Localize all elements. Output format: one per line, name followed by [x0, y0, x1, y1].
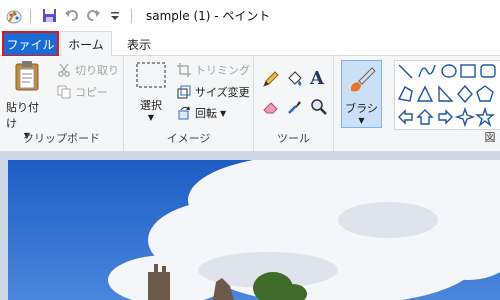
- copy-icon: [56, 84, 72, 100]
- ribbon: 貼り付け ▼ 切り取り コピー クリップボード 選択 ▼ トリミング サイズ変更…: [0, 56, 500, 152]
- qat-separator: [30, 8, 31, 23]
- canvas-area[interactable]: [0, 152, 500, 300]
- shape-polygon[interactable]: [397, 86, 413, 102]
- chevron-down-icon: ▼: [220, 108, 227, 118]
- tab-view[interactable]: 表示: [114, 31, 164, 57]
- fill-icon[interactable]: [286, 70, 304, 91]
- shape-triangle[interactable]: [416, 85, 434, 102]
- qat-separator-2: [131, 8, 132, 23]
- paste-label: 貼り付け: [6, 101, 39, 130]
- magnifier-icon[interactable]: [310, 98, 328, 119]
- brush-icon: [347, 65, 377, 98]
- shape-curve[interactable]: [418, 64, 436, 78]
- shape-star-four[interactable]: [454, 106, 476, 128]
- clipboard-icon: [13, 60, 41, 95]
- shape-pentagon[interactable]: [476, 85, 494, 102]
- shape-right-triangle[interactable]: [438, 85, 454, 102]
- pencil-icon[interactable]: [262, 70, 280, 91]
- image-group-label: イメージ: [166, 132, 211, 145]
- photo-canvas[interactable]: [8, 160, 500, 300]
- eraser-icon[interactable]: [262, 98, 280, 119]
- shape-line[interactable]: [398, 64, 413, 79]
- resize-icon: [176, 84, 192, 100]
- rotate-label: 回転: [195, 107, 217, 120]
- resize-label: サイズ変更: [195, 86, 250, 99]
- ribbon-tab-row: ファイル ホーム 表示: [0, 31, 500, 57]
- shape-star-five[interactable]: [475, 106, 495, 128]
- shape-oval[interactable]: [441, 64, 457, 78]
- undo-icon[interactable]: [63, 8, 79, 24]
- shape-arrow-left[interactable]: [398, 109, 413, 125]
- chevron-down-icon: ▼: [358, 116, 365, 125]
- window-title: sample (1) - ペイント: [146, 9, 271, 23]
- paint-app-icon[interactable]: [6, 8, 22, 24]
- quick-access-toolbar: [0, 0, 136, 31]
- shape-arrow-right[interactable]: [438, 109, 453, 125]
- shape-diamond[interactable]: [457, 84, 473, 104]
- cut-label: 切り取り: [75, 64, 119, 77]
- clipboard-group-label: クリップボード: [23, 132, 100, 145]
- save-icon[interactable]: [41, 8, 57, 24]
- brushes-label: ブラシ: [345, 102, 378, 115]
- tab-home[interactable]: ホーム: [60, 31, 112, 57]
- selection-icon: [136, 62, 166, 91]
- clipboard-group: 貼り付け ▼ 切り取り コピー クリップボード: [0, 56, 124, 152]
- text-icon[interactable]: A: [310, 68, 324, 89]
- crop-icon: [176, 62, 192, 78]
- rotate-button[interactable]: 回転 ▼: [176, 105, 226, 121]
- cut-button[interactable]: 切り取り: [56, 62, 119, 78]
- redo-icon[interactable]: [85, 8, 101, 24]
- rotate-icon: [176, 105, 192, 121]
- crop-button[interactable]: トリミング: [176, 62, 250, 78]
- crop-label: トリミング: [195, 64, 250, 77]
- customize-qat-icon[interactable]: [107, 8, 123, 24]
- tools-group-label: ツール: [277, 132, 310, 145]
- select-label: 選択: [140, 99, 162, 112]
- chevron-down-icon: ▼: [147, 113, 155, 122]
- shapes-group-label: 図: [484, 131, 496, 144]
- paint-window: sample (1) - ペイント ファイル ホーム 表示 貼り付け ▼ 切り取…: [0, 0, 500, 300]
- tab-file[interactable]: ファイル: [2, 31, 59, 57]
- color-picker-icon[interactable]: [286, 98, 304, 119]
- title-bar: sample (1) - ペイント: [0, 0, 500, 31]
- paste-button[interactable]: 貼り付け ▼: [6, 60, 48, 140]
- copy-button[interactable]: コピー: [56, 84, 108, 100]
- resize-button[interactable]: サイズ変更: [176, 84, 250, 100]
- shapes-gallery: [394, 60, 500, 130]
- shape-arrow-up[interactable]: [416, 109, 434, 125]
- brushes-button[interactable]: ブラシ ▼: [341, 60, 382, 128]
- copy-label: コピー: [75, 86, 108, 99]
- sky-building-photo: [8, 160, 500, 300]
- tools-group: A ツール: [254, 56, 334, 152]
- shape-rectangle[interactable]: [460, 64, 476, 78]
- image-group: 選択 ▼ トリミング サイズ変更 回転 ▼ イメージ: [124, 56, 254, 152]
- shape-rounded-rectangle[interactable]: [480, 64, 496, 78]
- shapes-grid: [397, 64, 496, 128]
- scissors-icon: [56, 62, 72, 78]
- select-button[interactable]: 選択 ▼: [132, 62, 170, 122]
